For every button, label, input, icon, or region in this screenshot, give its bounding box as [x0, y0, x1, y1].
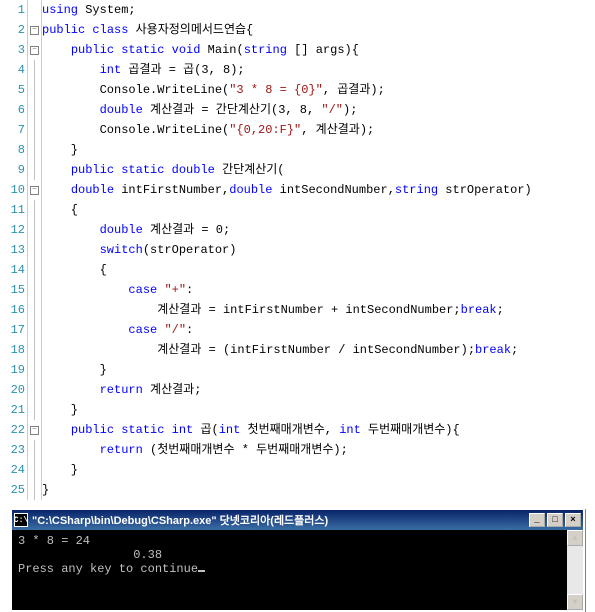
line-number: 1 — [0, 0, 25, 20]
line-number: 2 — [0, 20, 25, 40]
fold-guide — [28, 200, 41, 220]
code-line[interactable]: double intFirstNumber,double intSecondNu… — [42, 180, 595, 200]
fold-column: −−−− — [28, 0, 42, 500]
fold-guide — [28, 120, 41, 140]
code-line[interactable]: 계산결과 = intFirstNumber + intSecondNumber;… — [42, 300, 595, 320]
line-number: 15 — [0, 280, 25, 300]
line-number: 9 — [0, 160, 25, 180]
line-number: 21 — [0, 400, 25, 420]
console-icon: C:\ — [14, 513, 28, 527]
code-line[interactable]: switch(strOperator) — [42, 240, 595, 260]
fold-guide — [28, 320, 41, 340]
line-number: 17 — [0, 320, 25, 340]
code-line[interactable]: using System; — [42, 0, 595, 20]
scroll-down-button[interactable]: ▼ — [567, 594, 583, 610]
scroll-track[interactable] — [567, 546, 583, 594]
line-number: 19 — [0, 360, 25, 380]
output-line: Press any key to continue — [18, 562, 198, 576]
code-line[interactable]: } — [42, 400, 595, 420]
fold-guide — [28, 360, 41, 380]
line-number: 25 — [0, 480, 25, 500]
line-number: 13 — [0, 240, 25, 260]
code-line[interactable]: return 계산결과; — [42, 380, 595, 400]
fold-guide — [28, 220, 41, 240]
code-line[interactable]: case "+": — [42, 280, 595, 300]
line-number: 5 — [0, 80, 25, 100]
scrollbar[interactable]: ▲ ▼ — [567, 530, 583, 610]
fold-toggle-icon[interactable]: − — [28, 40, 41, 60]
fold-empty — [28, 0, 41, 20]
code-line[interactable]: public static void Main(string [] args){ — [42, 40, 595, 60]
fold-guide — [28, 260, 41, 280]
code-line[interactable]: } — [42, 460, 595, 480]
fold-guide — [28, 60, 41, 80]
titlebar[interactable]: C:\ "C:\CSharp\bin\Debug\CSharp.exe" 닷넷코… — [12, 510, 583, 530]
line-number: 24 — [0, 460, 25, 480]
code-line[interactable]: int 곱결과 = 곱(3, 8); — [42, 60, 595, 80]
line-number: 4 — [0, 60, 25, 80]
fold-guide — [28, 460, 41, 480]
maximize-button[interactable]: □ — [547, 513, 563, 527]
code-line[interactable]: { — [42, 260, 595, 280]
window-title: "C:\CSharp\bin\Debug\CSharp.exe" 닷넷코리아(레… — [32, 512, 529, 528]
scroll-up-button[interactable]: ▲ — [567, 530, 583, 546]
fold-guide — [28, 160, 41, 180]
line-number: 23 — [0, 440, 25, 460]
code-area[interactable]: using System;public class 사용자정의메서드연습{ pu… — [42, 0, 595, 500]
line-gutter: 1234567891011121314151617181920212223242… — [0, 0, 28, 500]
code-line[interactable]: double 계산결과 = 0; — [42, 220, 595, 240]
code-line[interactable]: case "/": — [42, 320, 595, 340]
code-line[interactable]: public class 사용자정의메서드연습{ — [42, 20, 595, 40]
code-line[interactable]: 계산결과 = (intFirstNumber / intSecondNumber… — [42, 340, 595, 360]
fold-guide — [28, 140, 41, 160]
line-number: 10 — [0, 180, 25, 200]
fold-guide — [28, 380, 41, 400]
fold-toggle-icon[interactable]: − — [28, 420, 41, 440]
line-number: 7 — [0, 120, 25, 140]
code-line[interactable]: { — [42, 200, 595, 220]
output-line: 3 * 8 = 24 — [18, 534, 90, 548]
fold-toggle-icon[interactable]: − — [28, 180, 41, 200]
window-buttons: _ □ × — [529, 513, 581, 527]
code-line[interactable]: } — [42, 480, 595, 500]
code-line[interactable]: Console.WriteLine("3 * 8 = {0}", 곱결과); — [42, 80, 595, 100]
terminal-output: 3 * 8 = 24 0.38 Press any key to continu… — [12, 530, 583, 610]
line-number: 12 — [0, 220, 25, 240]
code-line[interactable]: } — [42, 360, 595, 380]
line-number: 20 — [0, 380, 25, 400]
fold-guide — [28, 280, 41, 300]
fold-guide — [28, 340, 41, 360]
line-number: 8 — [0, 140, 25, 160]
close-button[interactable]: × — [565, 513, 581, 527]
fold-guide — [28, 240, 41, 260]
fold-guide — [28, 440, 41, 460]
fold-guide — [28, 100, 41, 120]
fold-toggle-icon[interactable]: − — [28, 20, 41, 40]
output-line: 0.38 — [18, 548, 162, 562]
code-line[interactable]: Console.WriteLine("{0,20:F}", 계산결과); — [42, 120, 595, 140]
code-line[interactable]: return (첫번째매개변수 * 두번째매개변수); — [42, 440, 595, 460]
code-editor: 1234567891011121314151617181920212223242… — [0, 0, 595, 500]
code-line[interactable]: public static int 곱(int 첫번째매개변수, int 두번째… — [42, 420, 595, 440]
code-line[interactable]: double 계산결과 = 간단계산기(3, 8, "/"); — [42, 100, 595, 120]
console-window: C:\ "C:\CSharp\bin\Debug\CSharp.exe" 닷넷코… — [10, 508, 585, 612]
fold-guide — [28, 480, 41, 500]
line-number: 22 — [0, 420, 25, 440]
line-number: 11 — [0, 200, 25, 220]
code-line[interactable]: public static double 간단계산기( — [42, 160, 595, 180]
cursor-icon — [198, 570, 205, 572]
line-number: 3 — [0, 40, 25, 60]
line-number: 6 — [0, 100, 25, 120]
fold-guide — [28, 80, 41, 100]
minimize-button[interactable]: _ — [529, 513, 545, 527]
fold-guide — [28, 300, 41, 320]
line-number: 16 — [0, 300, 25, 320]
line-number: 14 — [0, 260, 25, 280]
fold-guide — [28, 400, 41, 420]
code-line[interactable]: } — [42, 140, 595, 160]
line-number: 18 — [0, 340, 25, 360]
